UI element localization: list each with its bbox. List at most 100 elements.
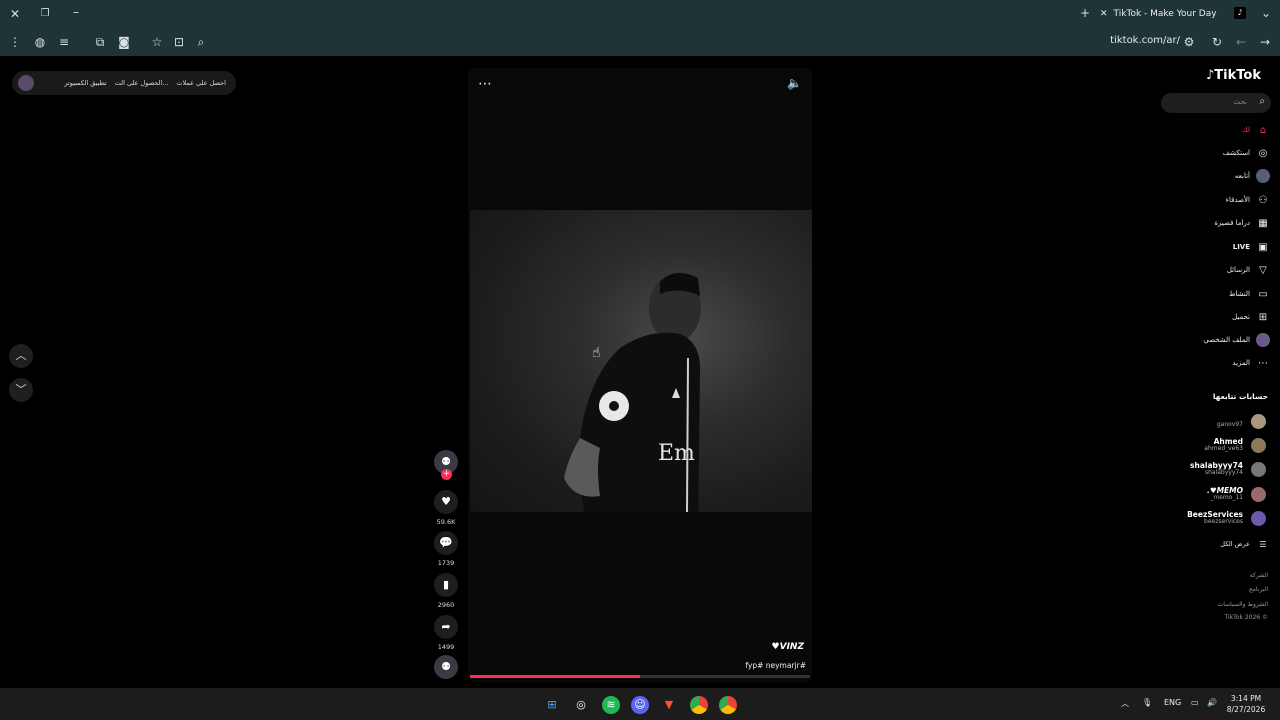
language-indicator[interactable]: ENG	[1164, 698, 1181, 707]
share-count: 1499	[437, 643, 455, 651]
video-author[interactable]: ♥VINZ	[772, 642, 804, 652]
tiktok-icon: ♪	[1234, 7, 1246, 19]
sidebar-item-label: استكشف	[1222, 149, 1250, 157]
sidebar-item-friends[interactable]: الأصدقاء ⚇	[1150, 192, 1270, 208]
comment-button[interactable]: 💬	[434, 531, 458, 555]
sidebar-item-foryou[interactable]: لك ⌂	[1150, 122, 1270, 138]
app-icon[interactable]: ◎	[572, 696, 590, 714]
chrome-profile-icon[interactable]	[719, 696, 737, 714]
puzzle-icon[interactable]: ⧉	[92, 35, 108, 49]
video-caption[interactable]: fyp# neymarjr#	[745, 661, 806, 670]
chevron-up-icon: ︿	[15, 349, 27, 362]
get-app-link[interactable]: الحصول على الت...	[115, 79, 169, 87]
hand-cursor-icon: ☝	[592, 345, 601, 361]
profile-icon[interactable]: ◙	[116, 35, 132, 49]
minimize-icon[interactable]: –	[68, 5, 84, 19]
like-count: 59.6K	[436, 518, 456, 526]
clock-time: 3:14 PM	[1230, 694, 1262, 703]
plus-icon: +	[442, 469, 451, 479]
sound-disc[interactable]: ⚉	[434, 655, 458, 679]
menu-icon[interactable]: ⋮	[7, 35, 23, 49]
back-icon[interactable]: →	[1257, 35, 1273, 49]
more-options-icon[interactable]: ⋯	[478, 76, 492, 92]
chrome-icon[interactable]	[690, 696, 708, 714]
restore-icon[interactable]: ❐	[37, 7, 53, 21]
avatar-icon	[1256, 169, 1270, 183]
progress-fill	[470, 675, 640, 678]
star-icon[interactable]: ☆	[149, 35, 165, 49]
spotify-icon[interactable]: ≋	[602, 696, 620, 714]
tiktok-logo[interactable]: ♪TikTok	[1206, 68, 1261, 83]
address-bar[interactable]: tiktok.com/ar/	[1070, 35, 1180, 46]
comment-count: 1739	[437, 559, 455, 567]
follow-button[interactable]: +	[441, 469, 452, 480]
following-account[interactable]: shalabyyy74 shalabyyy74	[1150, 461, 1268, 477]
extension-icon[interactable]: ◍	[32, 35, 48, 49]
microphone-icon[interactable]: 🎙	[1142, 698, 1152, 707]
send-icon: ▽	[1259, 264, 1267, 276]
sidebar-item-activity[interactable]: النشاط ▭	[1150, 286, 1270, 302]
profile-icon	[1256, 333, 1270, 347]
bookmark-icon: ▮	[442, 578, 450, 591]
like-button[interactable]: ♥	[434, 490, 458, 514]
sidebar-item-more[interactable]: المزيد ⋯	[1150, 355, 1270, 371]
zoom-icon[interactable]: ⌕	[193, 35, 209, 49]
sidebar-item-following[interactable]: أتابعه	[1150, 168, 1270, 184]
get-coins-link[interactable]: احصل على عملات	[176, 79, 226, 87]
search-input[interactable]: بحث ⌕	[1161, 93, 1271, 113]
search-placeholder: بحث	[1233, 98, 1247, 106]
desktop-app-link[interactable]: تطبيق الكمبيوتر	[64, 79, 106, 87]
list-icon: ☰	[1259, 539, 1267, 549]
close-window-icon[interactable]: ✕	[7, 7, 23, 21]
display-icon[interactable]: ▭	[1191, 698, 1199, 707]
sidebar-item-label: الملف الشخصي	[1203, 336, 1250, 344]
previous-video-button[interactable]: ︿	[9, 344, 33, 368]
brave-icon[interactable]: ▼	[660, 696, 678, 714]
volume-icon[interactable]: 🔈	[787, 76, 802, 90]
footer-program-link[interactable]: البرنامج	[1150, 586, 1268, 593]
following-account[interactable]: .♥MEMO _memo_11	[1150, 486, 1268, 502]
save-button[interactable]: ▮	[434, 573, 458, 597]
sidebar-item-explore[interactable]: استكشف ◎	[1150, 145, 1270, 161]
discord-icon[interactable]: ☺	[631, 696, 649, 714]
music-disc-icon: ⚉	[441, 660, 451, 673]
search-icon[interactable]: ⌕	[1259, 96, 1265, 107]
following-account[interactable]: ganov97	[1150, 413, 1268, 429]
upload-icon: ⊞	[1258, 311, 1268, 323]
site-settings-icon[interactable]: ⚙	[1181, 35, 1197, 49]
reload-icon[interactable]: ↻	[1209, 35, 1225, 49]
video-player[interactable]: Em ⋯ 🔈 ♥VINZ fyp# neymarjr#	[468, 68, 812, 682]
chevron-down-icon[interactable]: ⌄	[1258, 6, 1274, 20]
speaker-icon[interactable]: 🔊	[1207, 698, 1217, 707]
sidebar-item-label: الأصدقاء	[1225, 196, 1250, 204]
show-all-button[interactable]: عرض الكل ☰	[1150, 536, 1270, 552]
clock-date: 8/27/2026	[1226, 705, 1266, 714]
sidebar-item-upload[interactable]: تحميل ⊞	[1150, 309, 1270, 325]
sidebar-item-drama[interactable]: دراما قصيرة ▦	[1150, 215, 1270, 231]
tray-chevron-icon[interactable]: ︿	[1121, 698, 1129, 709]
following-account[interactable]: BeezServices beezservices	[1150, 510, 1268, 526]
share-button[interactable]: ➦	[434, 615, 458, 639]
avatar	[1251, 462, 1266, 477]
video-progress[interactable]	[470, 675, 810, 678]
sidebar-item-live[interactable]: LIVE ▣	[1150, 239, 1270, 255]
account-handle: _memo_11	[1210, 494, 1243, 501]
sidebar-item-messages[interactable]: الرسائل ▽	[1150, 262, 1270, 278]
filter-icon[interactable]: ≡	[56, 35, 72, 49]
install-icon[interactable]: ⊡	[171, 35, 187, 49]
friends-icon: ⚇	[1258, 194, 1268, 206]
close-tab-icon[interactable]: ✕	[1100, 9, 1108, 19]
new-tab-icon[interactable]: +	[1077, 6, 1093, 20]
following-account[interactable]: Ahmed ahmed_ve63	[1150, 437, 1268, 453]
footer-company-link[interactable]: الشركة	[1150, 572, 1268, 579]
account-handle: shalabyyy74	[1204, 469, 1243, 476]
windows-start-icon[interactable]: ⊞	[543, 696, 561, 714]
sidebar-item-profile[interactable]: الملف الشخصي	[1150, 332, 1270, 348]
next-video-button[interactable]: ﹀	[9, 378, 33, 402]
footer-terms-link[interactable]: الشروط والسياسات	[1150, 601, 1268, 608]
sidebar-item-label: دراما قصيرة	[1214, 219, 1250, 227]
tab-tiktok[interactable]: ✕ TikTok - Make Your Day ♪	[1100, 4, 1250, 24]
system-clock[interactable]: 3:14 PM 8/27/2026	[1222, 693, 1270, 715]
avatar[interactable]	[18, 75, 34, 91]
forward-icon[interactable]: ←	[1233, 35, 1249, 49]
